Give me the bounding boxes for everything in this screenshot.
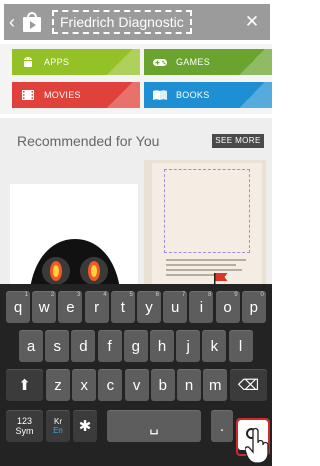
key-r[interactable]: r4 bbox=[84, 291, 109, 323]
key-hint: 2 bbox=[50, 292, 55, 298]
key-d[interactable]: d bbox=[71, 330, 96, 362]
key-e[interactable]: e3 bbox=[58, 291, 83, 323]
key-hint: 9 bbox=[234, 292, 238, 298]
key-label: p bbox=[249, 298, 258, 316]
key-u[interactable]: u7 bbox=[163, 291, 188, 323]
key-p[interactable]: p0 bbox=[241, 291, 266, 323]
soft-keyboard: q 1 w 2 e 3 r 4 t 5 y 6 u 7 i 8 o 9 p 0 a s d f g h j k l ⬆ z x c v b n m ⌫ 12… bbox=[0, 284, 272, 466]
sym-key[interactable]: 123 Sym bbox=[6, 410, 43, 442]
category-movies[interactable]: MOVIES bbox=[12, 82, 140, 108]
category-apps-label: APPS bbox=[44, 57, 70, 67]
key-label: o bbox=[223, 298, 232, 316]
key-hint: 3 bbox=[77, 292, 81, 298]
key-hint: 4 bbox=[103, 292, 107, 298]
search-input[interactable]: Friedrich Diagnostic bbox=[52, 10, 192, 34]
key-a[interactable]: a bbox=[19, 330, 43, 362]
key-q[interactable]: q1 bbox=[6, 291, 30, 323]
hand-pointer-icon bbox=[245, 427, 269, 464]
key-hint: 1 bbox=[24, 292, 28, 298]
android-icon bbox=[12, 49, 44, 75]
space-key[interactable]: ␣ bbox=[107, 410, 201, 442]
settings-key[interactable]: ✱ bbox=[73, 410, 97, 442]
category-books-label: BOOKS bbox=[176, 90, 210, 100]
book-icon bbox=[144, 82, 176, 108]
key-v[interactable]: v bbox=[124, 369, 149, 401]
category-tiles: APPS GAMES MOVIES BOOKS bbox=[0, 44, 272, 114]
language-key[interactable]: Kr En bbox=[46, 410, 70, 442]
key-hint: 6 bbox=[155, 292, 159, 298]
key-t[interactable]: t5 bbox=[110, 291, 135, 323]
key-j[interactable]: j bbox=[176, 330, 201, 362]
back-button[interactable]: ‹ bbox=[6, 4, 18, 40]
category-games[interactable]: GAMES bbox=[144, 49, 272, 75]
category-apps[interactable]: APPS bbox=[12, 49, 140, 75]
category-movies-label: MOVIES bbox=[44, 90, 81, 100]
sym-key-label: 123 Sym bbox=[15, 416, 34, 436]
clear-search-button[interactable]: ✕ bbox=[242, 12, 262, 32]
key-label: e bbox=[66, 298, 75, 316]
recommended-section: Recommended for You SEE MORE bbox=[0, 118, 272, 308]
key-l[interactable]: l bbox=[228, 330, 253, 362]
key-k[interactable]: k bbox=[202, 330, 227, 362]
key-label: q bbox=[13, 298, 23, 316]
category-books[interactable]: BOOKS bbox=[144, 82, 272, 108]
key-f[interactable]: f bbox=[97, 330, 122, 362]
key-o[interactable]: o9 bbox=[215, 291, 240, 323]
backspace-key[interactable]: ⌫ bbox=[230, 369, 267, 401]
key-m[interactable]: m bbox=[203, 369, 228, 401]
shift-key[interactable]: ⬆ bbox=[6, 369, 43, 401]
see-more-button[interactable]: SEE MORE bbox=[212, 134, 264, 148]
language-key-top: Kr bbox=[54, 417, 62, 426]
language-key-bottom: En bbox=[53, 426, 63, 435]
period-key[interactable]: . bbox=[211, 410, 233, 442]
key-g[interactable]: g bbox=[123, 330, 148, 362]
key-label: r bbox=[94, 298, 100, 316]
key-y[interactable]: y6 bbox=[137, 291, 161, 323]
key-hint: 8 bbox=[208, 292, 212, 298]
phone-screen: ‹ Friedrich Diagnostic ✕ APPS GAMES MOVI… bbox=[0, 0, 272, 466]
key-i[interactable]: i8 bbox=[189, 291, 214, 323]
key-hint: 5 bbox=[129, 292, 133, 298]
film-icon bbox=[12, 82, 44, 108]
key-s[interactable]: s bbox=[45, 330, 70, 362]
key-label: w bbox=[38, 298, 50, 316]
key-n[interactable]: n bbox=[177, 369, 201, 401]
key-label: u bbox=[171, 298, 180, 316]
key-b[interactable]: b bbox=[150, 369, 175, 401]
key-label: t bbox=[120, 298, 125, 316]
key-hint: 0 bbox=[260, 292, 264, 298]
section-title: Recommended for You bbox=[17, 133, 160, 149]
key-h[interactable]: h bbox=[150, 330, 174, 362]
key-w[interactable]: w2 bbox=[32, 291, 57, 323]
play-store-icon[interactable] bbox=[20, 10, 44, 34]
gamepad-icon bbox=[144, 49, 176, 75]
key-x[interactable]: x bbox=[72, 369, 97, 401]
key-label: i bbox=[199, 298, 204, 316]
category-games-label: GAMES bbox=[176, 57, 211, 67]
key-z[interactable]: z bbox=[46, 369, 70, 401]
key-c[interactable]: c bbox=[98, 369, 123, 401]
key-hint: 7 bbox=[181, 292, 186, 298]
key-label: y bbox=[145, 298, 153, 316]
search-toolbar: ‹ Friedrich Diagnostic ✕ bbox=[4, 4, 270, 40]
